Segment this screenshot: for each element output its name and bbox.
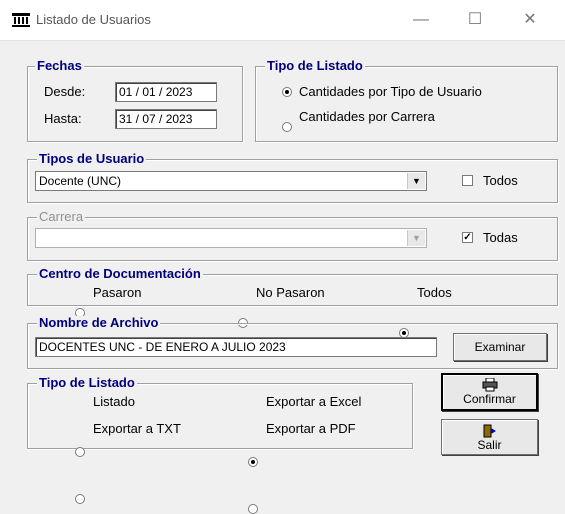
library-building-icon	[12, 13, 30, 27]
tipo-usuario-selected-value: Docente (UNC)	[39, 174, 122, 188]
option-todos-centro-label: Todos	[417, 285, 452, 300]
centro-documentacion-legend: Centro de Documentación	[37, 266, 203, 281]
confirmar-label: Confirmar	[463, 392, 516, 406]
todas-carrera-label: Todas	[483, 230, 518, 245]
radio-exportar-excel[interactable]	[248, 457, 258, 467]
option-exportar-excel-label: Exportar a Excel	[266, 394, 362, 409]
minimize-button[interactable]: —	[398, 0, 444, 40]
chevron-down-icon[interactable]: ▼	[407, 230, 425, 246]
maximize-button[interactable]: ☐	[452, 0, 498, 40]
radio-listado[interactable]	[75, 447, 85, 457]
printer-icon	[482, 378, 498, 392]
nombre-archivo-legend: Nombre de Archivo	[37, 315, 161, 330]
fechas-legend: Fechas	[35, 58, 84, 73]
option-pasaron-label: Pasaron	[93, 285, 142, 300]
radio-cantidades-tipo-usuario[interactable]	[282, 87, 292, 97]
chevron-down-icon[interactable]: ▼	[407, 173, 425, 189]
option-exportar-pdf-label: Exportar a PDF	[266, 421, 356, 436]
fechas-group	[27, 66, 243, 142]
carrera-select[interactable]: ▼	[35, 228, 427, 248]
close-button[interactable]: ✕	[507, 0, 553, 40]
window-title: Listado de Usuarios	[36, 12, 151, 27]
archivo-name-input[interactable]: DOCENTES UNC - DE ENERO A JULIO 2023	[35, 337, 437, 357]
confirmar-button[interactable]: Confirmar	[441, 373, 538, 411]
todas-carrera-checkbox[interactable]: ✓	[462, 232, 473, 243]
option-cantidades-carrera-label: Cantidades por Carrera	[299, 109, 435, 124]
option-listado-label: Listado	[93, 394, 135, 409]
title-bar: Listado de Usuarios — ☐ ✕	[0, 0, 565, 41]
salir-button[interactable]: Salir	[441, 419, 538, 455]
todos-usuario-checkbox[interactable]	[462, 175, 473, 186]
tipos-usuario-legend: Tipos de Usuario	[37, 151, 147, 166]
tipo-usuario-select[interactable]: Docente (UNC) ▼	[35, 171, 427, 191]
option-no-pasaron-label: No Pasaron	[256, 285, 325, 300]
tipo-listado-top-legend: Tipo de Listado	[265, 58, 365, 73]
exit-door-icon	[483, 424, 496, 438]
option-cantidades-tipo-usuario-label: Cantidades por Tipo de Usuario	[299, 84, 482, 99]
tipo-listado-bottom-legend: Tipo de Listado	[37, 375, 137, 390]
todos-usuario-label: Todos	[483, 173, 518, 188]
tipo-listado-bottom-group	[27, 383, 413, 449]
option-exportar-txt-label: Exportar a TXT	[93, 421, 181, 436]
hasta-date-field[interactable]: 31 / 07 / 2023	[115, 109, 217, 129]
carrera-legend: Carrera	[37, 209, 86, 224]
desde-label: Desde:	[44, 84, 86, 99]
tipo-listado-top-group	[255, 66, 558, 142]
radio-exportar-txt[interactable]	[75, 494, 85, 504]
examinar-button[interactable]: Examinar	[453, 333, 547, 361]
radio-cantidades-carrera[interactable]	[282, 122, 292, 132]
desde-date-field[interactable]: 01 / 01 / 2023	[115, 82, 217, 102]
radio-exportar-pdf[interactable]	[248, 504, 258, 514]
salir-label: Salir	[477, 438, 502, 452]
hasta-label: Hasta:	[44, 111, 82, 126]
